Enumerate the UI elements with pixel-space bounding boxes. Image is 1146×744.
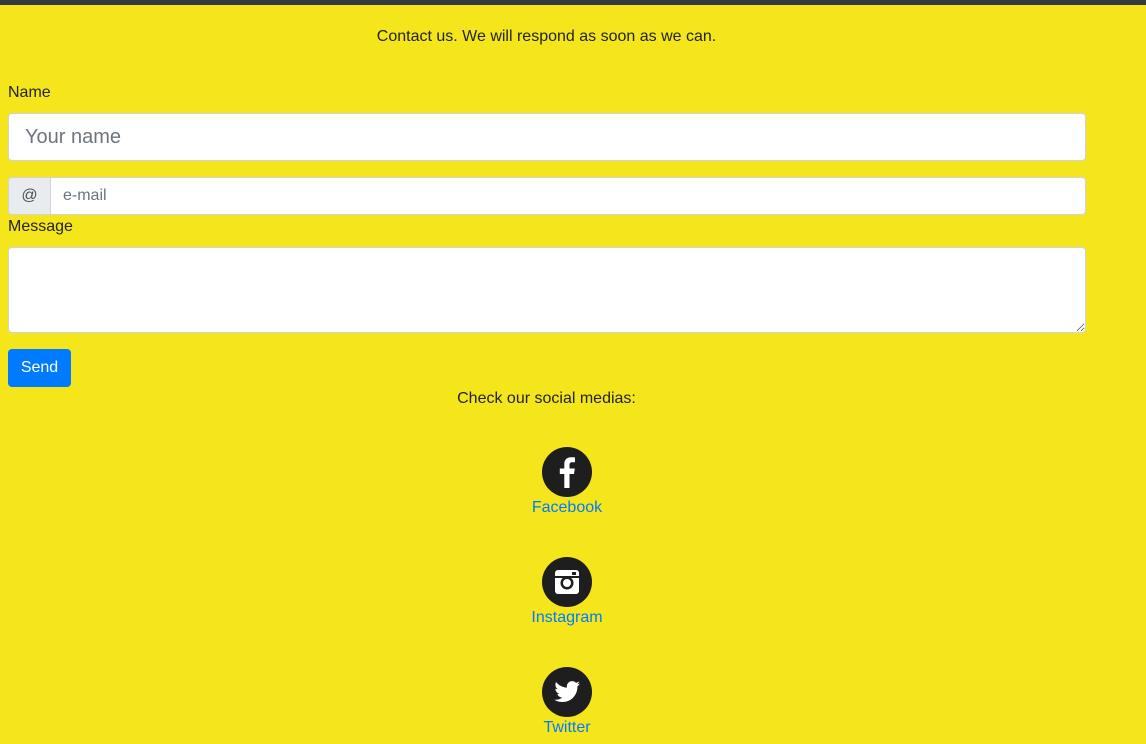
top-navbar-strip (0, 0, 1146, 5)
social-label-twitter: Twitter (543, 719, 591, 736)
email-input-group: @ (8, 177, 1086, 215)
instagram-icon (542, 557, 592, 607)
facebook-icon (542, 447, 592, 497)
social-heading: Check our social medias: (457, 390, 636, 407)
social-link-facebook[interactable]: Facebook (467, 447, 667, 518)
social-link-twitter[interactable]: Twitter (467, 667, 667, 738)
social-label-instagram: Instagram (531, 609, 603, 626)
send-button[interactable]: Send (8, 349, 71, 387)
message-label: Message (8, 218, 73, 235)
twitter-icon (542, 667, 592, 717)
social-link-instagram[interactable]: Instagram (467, 557, 667, 628)
name-input[interactable] (8, 113, 1086, 161)
email-field[interactable] (50, 177, 1086, 215)
at-sign-prefix: @ (8, 177, 50, 215)
message-textarea[interactable] (8, 247, 1086, 333)
social-label-facebook: Facebook (531, 499, 603, 516)
contact-intro-text: Contact us. We will respond as soon as w… (376, 28, 717, 45)
name-label: Name (8, 84, 51, 101)
